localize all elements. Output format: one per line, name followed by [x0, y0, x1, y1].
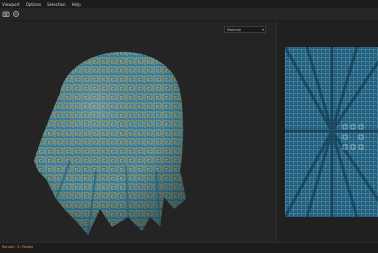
chevron-down-icon: ▾	[261, 27, 264, 32]
camera-icon[interactable]	[2, 10, 10, 18]
3d-viewport[interactable]	[0, 21, 276, 242]
radial-pattern-texture	[283, 46, 378, 218]
toolbar	[0, 8, 378, 21]
settings-icon[interactable]	[12, 10, 20, 18]
material-select-value: Material	[227, 27, 242, 32]
material-select[interactable]: Material ▾	[224, 26, 266, 33]
menu-item-selection[interactable]: Selection	[45, 2, 69, 7]
texture-preview-panel	[276, 21, 378, 242]
menu-item-viewport[interactable]: Viewport	[0, 2, 24, 7]
draped-cloth[interactable]	[34, 51, 186, 236]
menu-item-options[interactable]: Options	[24, 2, 45, 7]
menu-bar: Viewport Options Selection Help	[0, 0, 378, 8]
status-bar: Render: 3 / Ready	[0, 242, 378, 253]
menu-item-help[interactable]: Help	[70, 2, 85, 7]
status-text: Render: 3 / Ready	[2, 245, 34, 249]
